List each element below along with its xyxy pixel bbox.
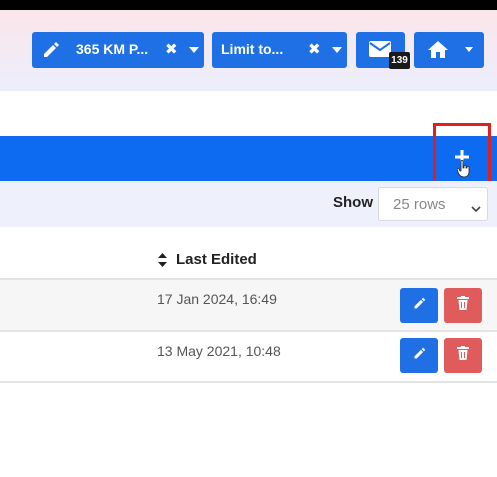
pencil-icon (413, 347, 426, 365)
highlight-box (433, 123, 491, 190)
filter-chip-period[interactable]: 365 KM P... ✖ (32, 32, 204, 68)
table-row: 13 May 2021, 10:48 (0, 332, 497, 383)
rows-per-page-select[interactable]: 25 rows (378, 187, 488, 221)
section-toolbar (0, 136, 497, 181)
pencil-icon (42, 41, 60, 64)
home-icon (427, 40, 449, 64)
messages-count-badge: 139 (389, 52, 410, 69)
table-row: 17 Jan 2024, 16:49 (0, 280, 497, 332)
filter-chip-limit[interactable]: Limit to... ✖ (212, 32, 347, 68)
delete-button[interactable] (444, 338, 482, 373)
filter-chip-limit-label: Limit to... (221, 41, 284, 57)
home-menu-button[interactable] (414, 32, 484, 68)
show-label: Show (333, 194, 373, 211)
window-top-border (0, 0, 497, 10)
column-header-last-edited[interactable]: Last Edited (176, 251, 257, 268)
trash-icon (457, 346, 469, 365)
chevron-down-icon[interactable] (465, 47, 473, 52)
sort-icon[interactable] (157, 252, 168, 273)
chevron-down-icon[interactable] (332, 47, 342, 53)
pencil-icon (413, 297, 426, 315)
edit-button[interactable] (400, 338, 438, 373)
filter-chip-period-label: 365 KM P... (76, 41, 149, 57)
remove-filter-limit-icon[interactable]: ✖ (308, 40, 321, 58)
chevron-down-icon (471, 200, 481, 217)
spacer (0, 91, 497, 136)
trash-icon (457, 296, 469, 315)
remove-filter-period-icon[interactable]: ✖ (165, 40, 178, 58)
chevron-down-icon[interactable] (189, 47, 199, 53)
edit-button[interactable] (400, 288, 438, 323)
envelope-icon (369, 41, 391, 62)
rows-per-page-value: 25 rows (393, 195, 446, 213)
last-edited-cell: 17 Jan 2024, 16:49 (157, 291, 277, 307)
last-edited-cell: 13 May 2021, 10:48 (157, 343, 281, 359)
delete-button[interactable] (444, 288, 482, 323)
